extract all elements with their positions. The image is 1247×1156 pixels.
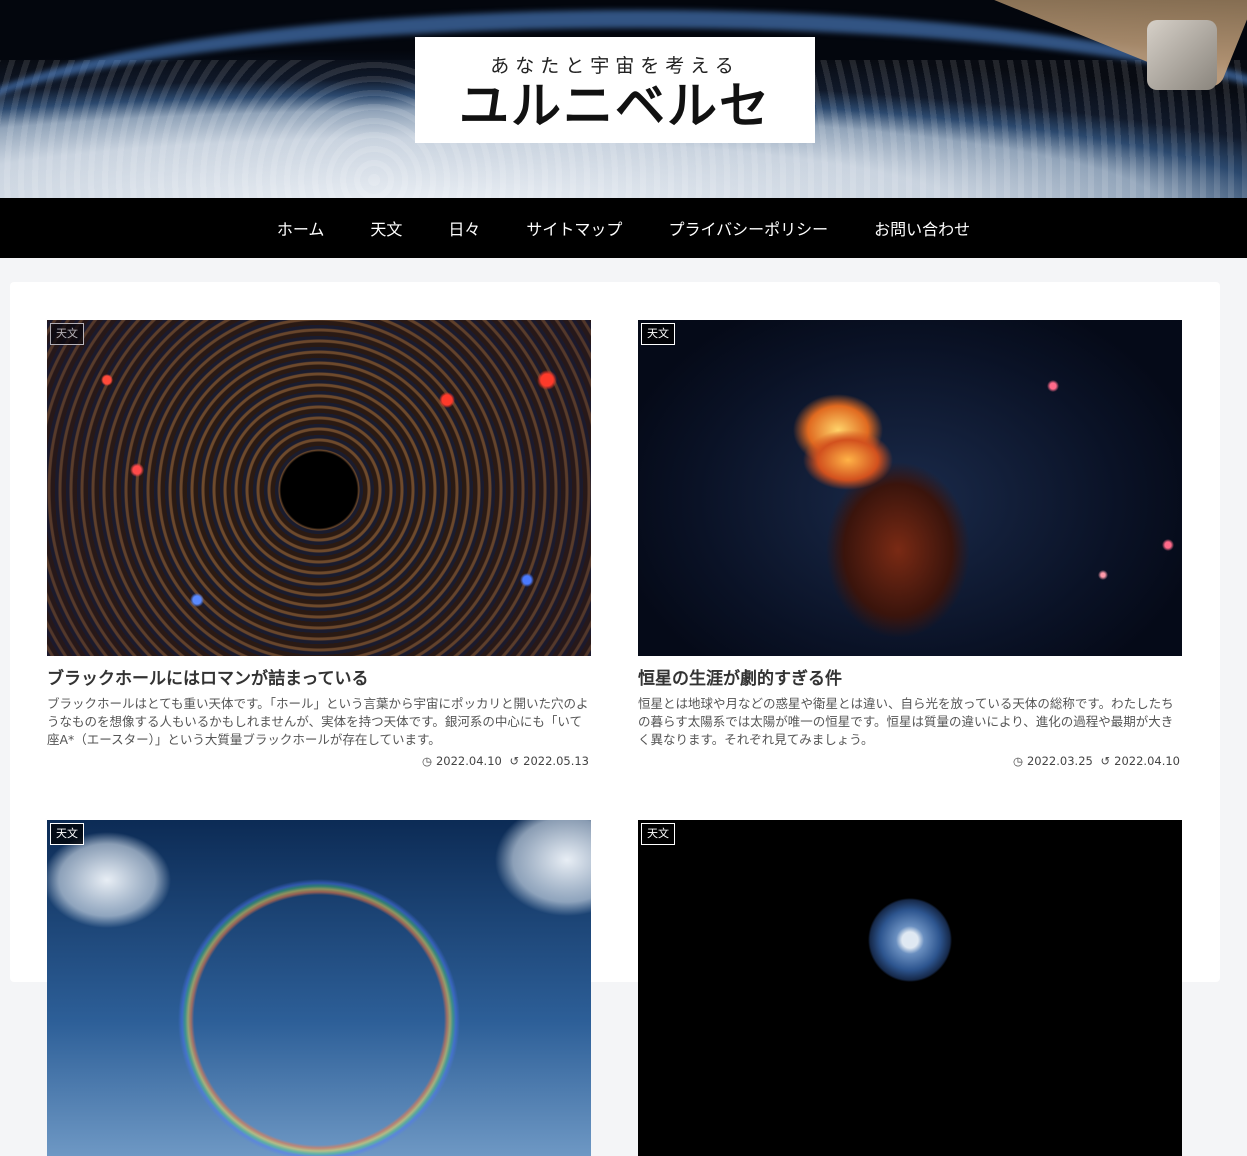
post-thumbnail[interactable]: 天文	[638, 320, 1182, 656]
post-title[interactable]: ブラックホールにはロマンが詰まっている	[47, 668, 591, 690]
site-header: あなたと宇宙を考える ユルニベルセ	[0, 0, 1247, 198]
history-icon: ↺	[509, 754, 520, 768]
post-card[interactable]: 天文	[638, 820, 1182, 1156]
updated-date: 2022.04.10	[1114, 754, 1180, 768]
category-badge[interactable]: 天文	[641, 823, 675, 845]
nav-item-privacy[interactable]: プライバシーポリシー	[668, 216, 828, 240]
post-card[interactable]: 天文	[47, 820, 591, 1156]
category-badge[interactable]: 天文	[50, 323, 84, 345]
post-list: 天文 ブラックホールにはロマンが詰まっている ブラックホールはとても重い天体です…	[10, 282, 1220, 1156]
nav-item-contact[interactable]: お問い合わせ	[874, 216, 970, 240]
history-icon: ↺	[1100, 754, 1111, 768]
post-card[interactable]: 天文 ブラックホールにはロマンが詰まっている ブラックホールはとても重い天体です…	[47, 320, 591, 768]
nav-item-astronomy[interactable]: 天文	[370, 216, 402, 240]
station-module-image	[1147, 20, 1217, 90]
updated-date: 2022.05.13	[523, 754, 589, 768]
clock-icon: ◷	[1012, 754, 1023, 768]
category-badge[interactable]: 天文	[50, 823, 84, 845]
main-nav: ホーム 天文 日々 サイトマップ プライバシーポリシー お問い合わせ	[0, 198, 1247, 258]
site-logo[interactable]: あなたと宇宙を考える ユルニベルセ	[415, 37, 815, 143]
post-dates: ◷ 2022.04.10 ↺ 2022.05.13	[47, 754, 591, 768]
post-card[interactable]: 天文 恒星の生涯が劇的すぎる件 恒星とは地球や月などの惑星や衛星とは違い、自ら光…	[638, 320, 1182, 768]
category-badge[interactable]: 天文	[641, 323, 675, 345]
clock-icon: ◷	[421, 754, 432, 768]
post-thumbnail[interactable]: 天文	[47, 820, 591, 1156]
nav-item-home[interactable]: ホーム	[277, 216, 325, 240]
post-title[interactable]: 恒星の生涯が劇的すぎる件	[638, 668, 1182, 690]
site-title: ユルニベルセ	[459, 76, 771, 135]
nav-item-sitemap[interactable]: サイトマップ	[526, 216, 622, 240]
post-excerpt: 恒星とは地球や月などの惑星や衛星とは違い、自ら光を放っている天体の総称です。わた…	[638, 696, 1174, 747]
nav-item-daily[interactable]: 日々	[448, 216, 480, 240]
post-thumbnail[interactable]: 天文	[638, 820, 1182, 1156]
post-thumbnail[interactable]: 天文	[47, 320, 591, 656]
published-date: 2022.03.25	[1026, 754, 1093, 768]
published-date: 2022.04.10	[435, 754, 502, 768]
site-tagline: あなたと宇宙を考える	[490, 55, 740, 77]
post-excerpt: ブラックホールはとても重い天体です。「ホール」という言葉から宇宙にポッカリと開い…	[47, 696, 589, 747]
post-dates: ◷ 2022.03.25 ↺ 2022.04.10	[638, 754, 1182, 768]
